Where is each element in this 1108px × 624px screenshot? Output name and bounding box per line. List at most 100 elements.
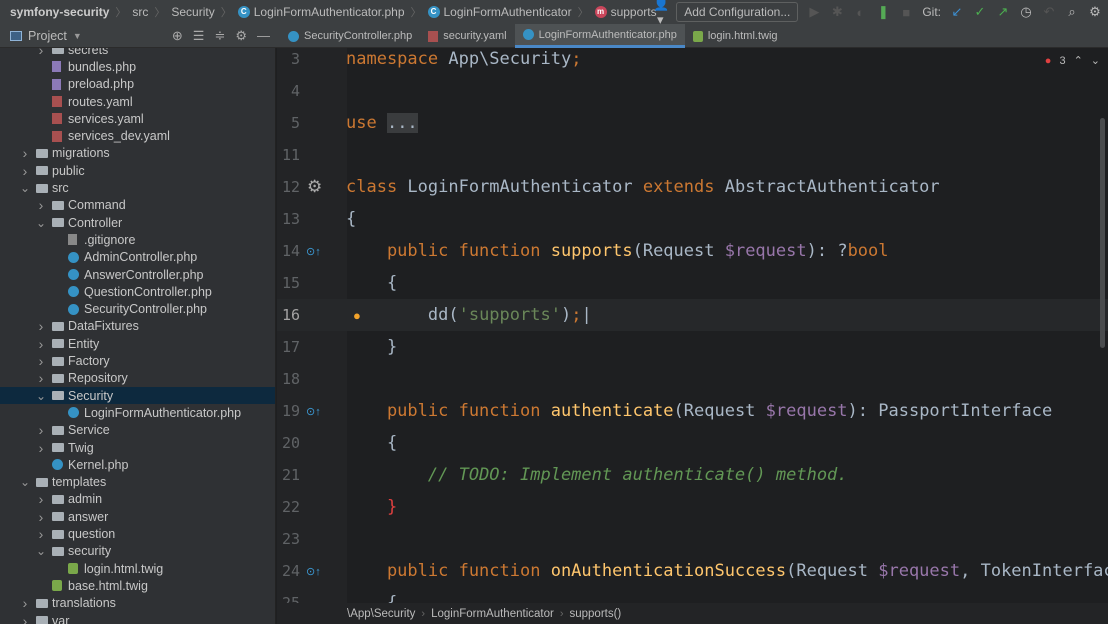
chevron-right-icon[interactable]: ›	[36, 353, 46, 369]
tree-item[interactable]: .gitignore	[0, 231, 275, 248]
tab-securitycontroller-php[interactable]: SecurityController.php	[280, 24, 420, 48]
rollback-icon[interactable]: ↶	[1042, 4, 1056, 20]
tree-item[interactable]: AdminController.php	[0, 249, 275, 266]
chevron-right-icon[interactable]: ›	[20, 145, 30, 161]
tree-item[interactable]: › public	[0, 162, 275, 179]
inspection-widget[interactable]: ● 3 ⌃ ⌄	[1045, 54, 1100, 68]
chevron-right-icon[interactable]: ›	[20, 595, 30, 611]
code-line[interactable]: 12 ⚙ class LoginFormAuthenticator extends …	[277, 171, 1108, 203]
tab-loginformauthenticator-php[interactable]: LoginFormAuthenticator.php	[514, 24, 685, 48]
hide-icon[interactable]: —	[257, 28, 270, 44]
chevron-down-icon[interactable]: ⌄	[36, 389, 46, 403]
implements-method-icon[interactable]: ⊙↑	[306, 565, 321, 578]
expand-all-icon[interactable]: ☰	[193, 28, 205, 44]
tree-item[interactable]: › DataFixtures	[0, 318, 275, 335]
chevron-right-icon[interactable]: ›	[36, 440, 46, 456]
breadcrumb-item[interactable]: m supports	[594, 5, 657, 19]
code-line[interactable]: 14 ⊙↑ public function supports(Request $r…	[277, 235, 1108, 267]
breadcrumb-item[interactable]: C LoginFormAuthenticator.php	[237, 5, 405, 19]
status-breadcrumb-item[interactable]: LoginFormAuthenticator	[431, 608, 554, 620]
collapse-all-icon[interactable]: ≑	[214, 28, 225, 44]
search-icon[interactable]: ⌕	[1065, 4, 1079, 20]
tree-item[interactable]: login.html.twig	[0, 560, 275, 577]
tree-item[interactable]: SecurityController.php	[0, 301, 275, 318]
code-line[interactable]: 25 {	[277, 587, 1108, 603]
tree-item[interactable]: preload.php	[0, 76, 275, 93]
chevron-right-icon[interactable]: ›	[36, 336, 46, 352]
tree-item[interactable]: › Entity	[0, 335, 275, 352]
chevron-right-icon[interactable]: ›	[36, 370, 46, 386]
tree-item[interactable]: QuestionController.php	[0, 283, 275, 300]
locate-icon[interactable]: ⊕	[172, 28, 183, 44]
tree-item[interactable]: ⌄ Controller	[0, 214, 275, 231]
gear-icon[interactable]: ⚙	[1088, 4, 1102, 20]
chevron-right-icon[interactable]: ›	[20, 613, 30, 624]
code-line[interactable]: 21 // TODO: Implement authenticate() met…	[277, 459, 1108, 491]
php-listen-icon[interactable]: ❚	[876, 4, 890, 20]
tree-item[interactable]: LoginFormAuthenticator.php	[0, 404, 275, 421]
tree-item[interactable]: routes.yaml	[0, 93, 275, 110]
code-line[interactable]: 3 namespace App\Security;	[277, 48, 1108, 75]
code-line[interactable]: 16 ● dd('supports');|	[277, 299, 1108, 331]
chevron-right-icon[interactable]: ›	[36, 491, 46, 507]
breadcrumb-item[interactable]: Security	[171, 5, 214, 19]
code-line[interactable]: 19 ⊙↑ public function authenticate(Reques…	[277, 395, 1108, 427]
tree-item[interactable]: › Factory	[0, 352, 275, 369]
code-line[interactable]: 5 use ...	[277, 107, 1108, 139]
status-breadcrumb-item[interactable]: \App\Security	[347, 608, 415, 620]
implements-method-icon[interactable]: ⊙↑	[306, 405, 321, 418]
next-highlight-icon[interactable]: ⌄	[1091, 54, 1100, 67]
tree-item[interactable]: AnswerController.php	[0, 266, 275, 283]
git-push-icon[interactable]: ↗	[996, 4, 1010, 20]
chevron-down-icon[interactable]: ▼	[73, 31, 82, 41]
tree-item[interactable]: Kernel.php	[0, 456, 275, 473]
tree-item[interactable]: › Twig	[0, 439, 275, 456]
tree-item[interactable]: bundles.php	[0, 58, 275, 75]
tab-security-yaml[interactable]: security.yaml	[420, 24, 514, 48]
code-line[interactable]: 17 }	[277, 331, 1108, 363]
tree-item[interactable]: › question	[0, 525, 275, 542]
add-configuration-button[interactable]: Add Configuration...	[676, 2, 799, 22]
stop-icon[interactable]: ■	[899, 5, 913, 20]
chevron-right-icon[interactable]: ›	[36, 48, 46, 58]
tree-item[interactable]: services_dev.yaml	[0, 128, 275, 145]
chevron-down-icon[interactable]: ⌄	[20, 475, 30, 489]
tree-item[interactable]: › var	[0, 612, 275, 624]
tree-item[interactable]: ⌄ src	[0, 179, 275, 196]
code-line[interactable]: 13 {	[277, 203, 1108, 235]
code-line[interactable]: 11	[277, 139, 1108, 171]
gear-icon[interactable]: ⚙	[307, 177, 322, 197]
tree-item[interactable]: › migrations	[0, 145, 275, 162]
chevron-right-icon[interactable]: ›	[36, 422, 46, 438]
gear-icon[interactable]: ⚙	[235, 28, 247, 44]
coverage-icon[interactable]: ◐	[853, 5, 867, 20]
tab-login-html-twig[interactable]: login.html.twig	[685, 24, 786, 48]
code-line[interactable]: 20 {	[277, 427, 1108, 459]
project-panel-header[interactable]: Project ▼ ⊕ ☰ ≑ ⚙ —	[0, 24, 276, 48]
tree-item[interactable]: › translations	[0, 595, 275, 612]
tree-item[interactable]: › admin	[0, 491, 275, 508]
code-line[interactable]: 23	[277, 523, 1108, 555]
tree-item[interactable]: ⌄ security	[0, 543, 275, 560]
chevron-right-icon[interactable]: ›	[36, 197, 46, 213]
chevron-right-icon[interactable]: ›	[36, 509, 46, 525]
chevron-right-icon[interactable]: ›	[36, 318, 46, 334]
chevron-down-icon[interactable]: ⌄	[20, 181, 30, 195]
breadcrumb-item[interactable]: symfony-security	[10, 5, 109, 19]
chevron-down-icon[interactable]: ⌄	[36, 544, 46, 558]
chevron-down-icon[interactable]: ⌄	[36, 216, 46, 230]
breadcrumb-item[interactable]: src	[132, 5, 148, 19]
status-breadcrumb-item[interactable]: supports()	[569, 608, 621, 620]
history-icon[interactable]: ◷	[1019, 4, 1033, 20]
tree-item[interactable]: base.html.twig	[0, 577, 275, 594]
tree-item[interactable]: › Repository	[0, 370, 275, 387]
code-editor[interactable]: 3 namespace App\Security; 4 5 use ... 11 12 ⚙ cl…	[277, 48, 1108, 603]
tree-item[interactable]: ⌄ Security	[0, 387, 275, 405]
code-line[interactable]: 24 ⊙↑ public function onAuthenticationSuc…	[277, 555, 1108, 587]
code-line[interactable]: 22 }	[277, 491, 1108, 523]
tree-item[interactable]: › secrets	[0, 48, 275, 58]
vertical-scrollbar[interactable]	[1100, 118, 1105, 348]
implements-method-icon[interactable]: ⊙↑	[306, 245, 321, 258]
chevron-right-icon[interactable]: ›	[20, 163, 30, 179]
code-line[interactable]: 18	[277, 363, 1108, 395]
